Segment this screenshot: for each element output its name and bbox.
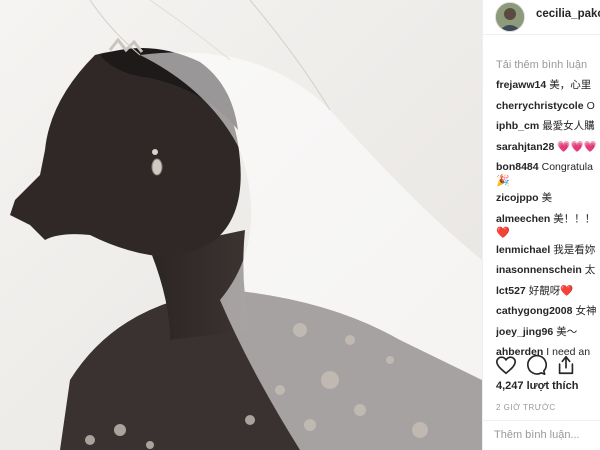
comment-item: bon8484 Congratula 🎉: [496, 160, 600, 191]
comment-text: O: [586, 99, 595, 112]
comment-item: joey_jing96 美～: [496, 325, 600, 346]
comment-item: lenmichael 我是看妳: [496, 243, 600, 264]
like-count[interactable]: 4,247 lượt thích: [496, 380, 578, 392]
comment-text: 美，心里: [549, 79, 592, 91]
comment-text-continued: 🎉: [496, 175, 510, 187]
comment-text: 💗💗💗: [557, 140, 597, 153]
post-photo[interactable]: [0, 0, 482, 450]
comment-list: frejaww14 美，心里 cherrychristycole O iphb_cm…: [496, 78, 600, 366]
post-details-panel: cecilia_pakc Tải thêm bình luận frejaww1…: [482, 0, 600, 450]
comment-text: 太: [584, 264, 596, 276]
comment-item: lct527 好靚呀❤️: [496, 284, 600, 305]
heart-icon[interactable]: [495, 354, 517, 376]
comment-username[interactable]: sarahjtan28: [496, 141, 554, 153]
comment-text-continued: ❤️: [496, 226, 510, 239]
load-more-comments-link[interactable]: Tải thêm bình luận: [496, 59, 587, 71]
comment-text: 好靚呀❤️: [528, 284, 574, 297]
comment-item: inasonnenschein 太: [496, 263, 600, 284]
comment-text: 女神: [575, 305, 597, 317]
add-comment-input[interactable]: [494, 429, 594, 441]
comment-item: cathygong2008 女神: [496, 304, 600, 325]
comment-username[interactable]: almeechen: [496, 213, 550, 225]
comment-text: 最愛女人購: [542, 120, 595, 132]
comment-username[interactable]: lct527: [496, 285, 526, 297]
comment-item: zicojppo 美: [496, 191, 600, 212]
comment-text: Congratula: [541, 161, 593, 173]
comment-username[interactable]: cathygong2008: [496, 305, 572, 317]
comment-text: 美: [541, 192, 553, 204]
share-icon[interactable]: [555, 354, 577, 376]
comment-item: frejaww14 美，心里: [496, 78, 600, 99]
post-header: cecilia_pakc: [483, 0, 600, 35]
comment-icon[interactable]: [525, 354, 547, 376]
post-timestamp: 2 GIỜ TRƯỚC: [496, 403, 556, 412]
comment-username[interactable]: zicojppo: [496, 192, 539, 204]
comment-item: cherrychristycole O: [496, 99, 600, 120]
username-link[interactable]: cecilia_pakc: [536, 8, 600, 20]
comment-username[interactable]: iphb_cm: [496, 120, 539, 132]
comment-username[interactable]: joey_jing96: [496, 326, 553, 338]
post-actions: [495, 354, 595, 376]
comment-text: 美！！！: [553, 212, 596, 225]
comment-item: almeechen 美！！！ ❤️: [496, 212, 600, 243]
comment-username[interactable]: lenmichael: [496, 244, 550, 256]
add-comment-bar: [483, 420, 600, 450]
comment-username[interactable]: inasonnenschein: [496, 264, 582, 276]
comment-text: 美～: [556, 325, 578, 338]
bride-photo-illustration: [0, 0, 482, 450]
comment-username[interactable]: bon8484: [496, 161, 539, 173]
avatar[interactable]: [495, 2, 525, 32]
comment-username[interactable]: cherrychristycole: [496, 100, 584, 112]
comment-username[interactable]: frejaww14: [496, 79, 546, 91]
comment-text: 我是看妳: [553, 243, 596, 256]
comment-item: sarahjtan28 💗💗💗: [496, 140, 600, 161]
comment-item: iphb_cm 最愛女人購: [496, 119, 600, 140]
